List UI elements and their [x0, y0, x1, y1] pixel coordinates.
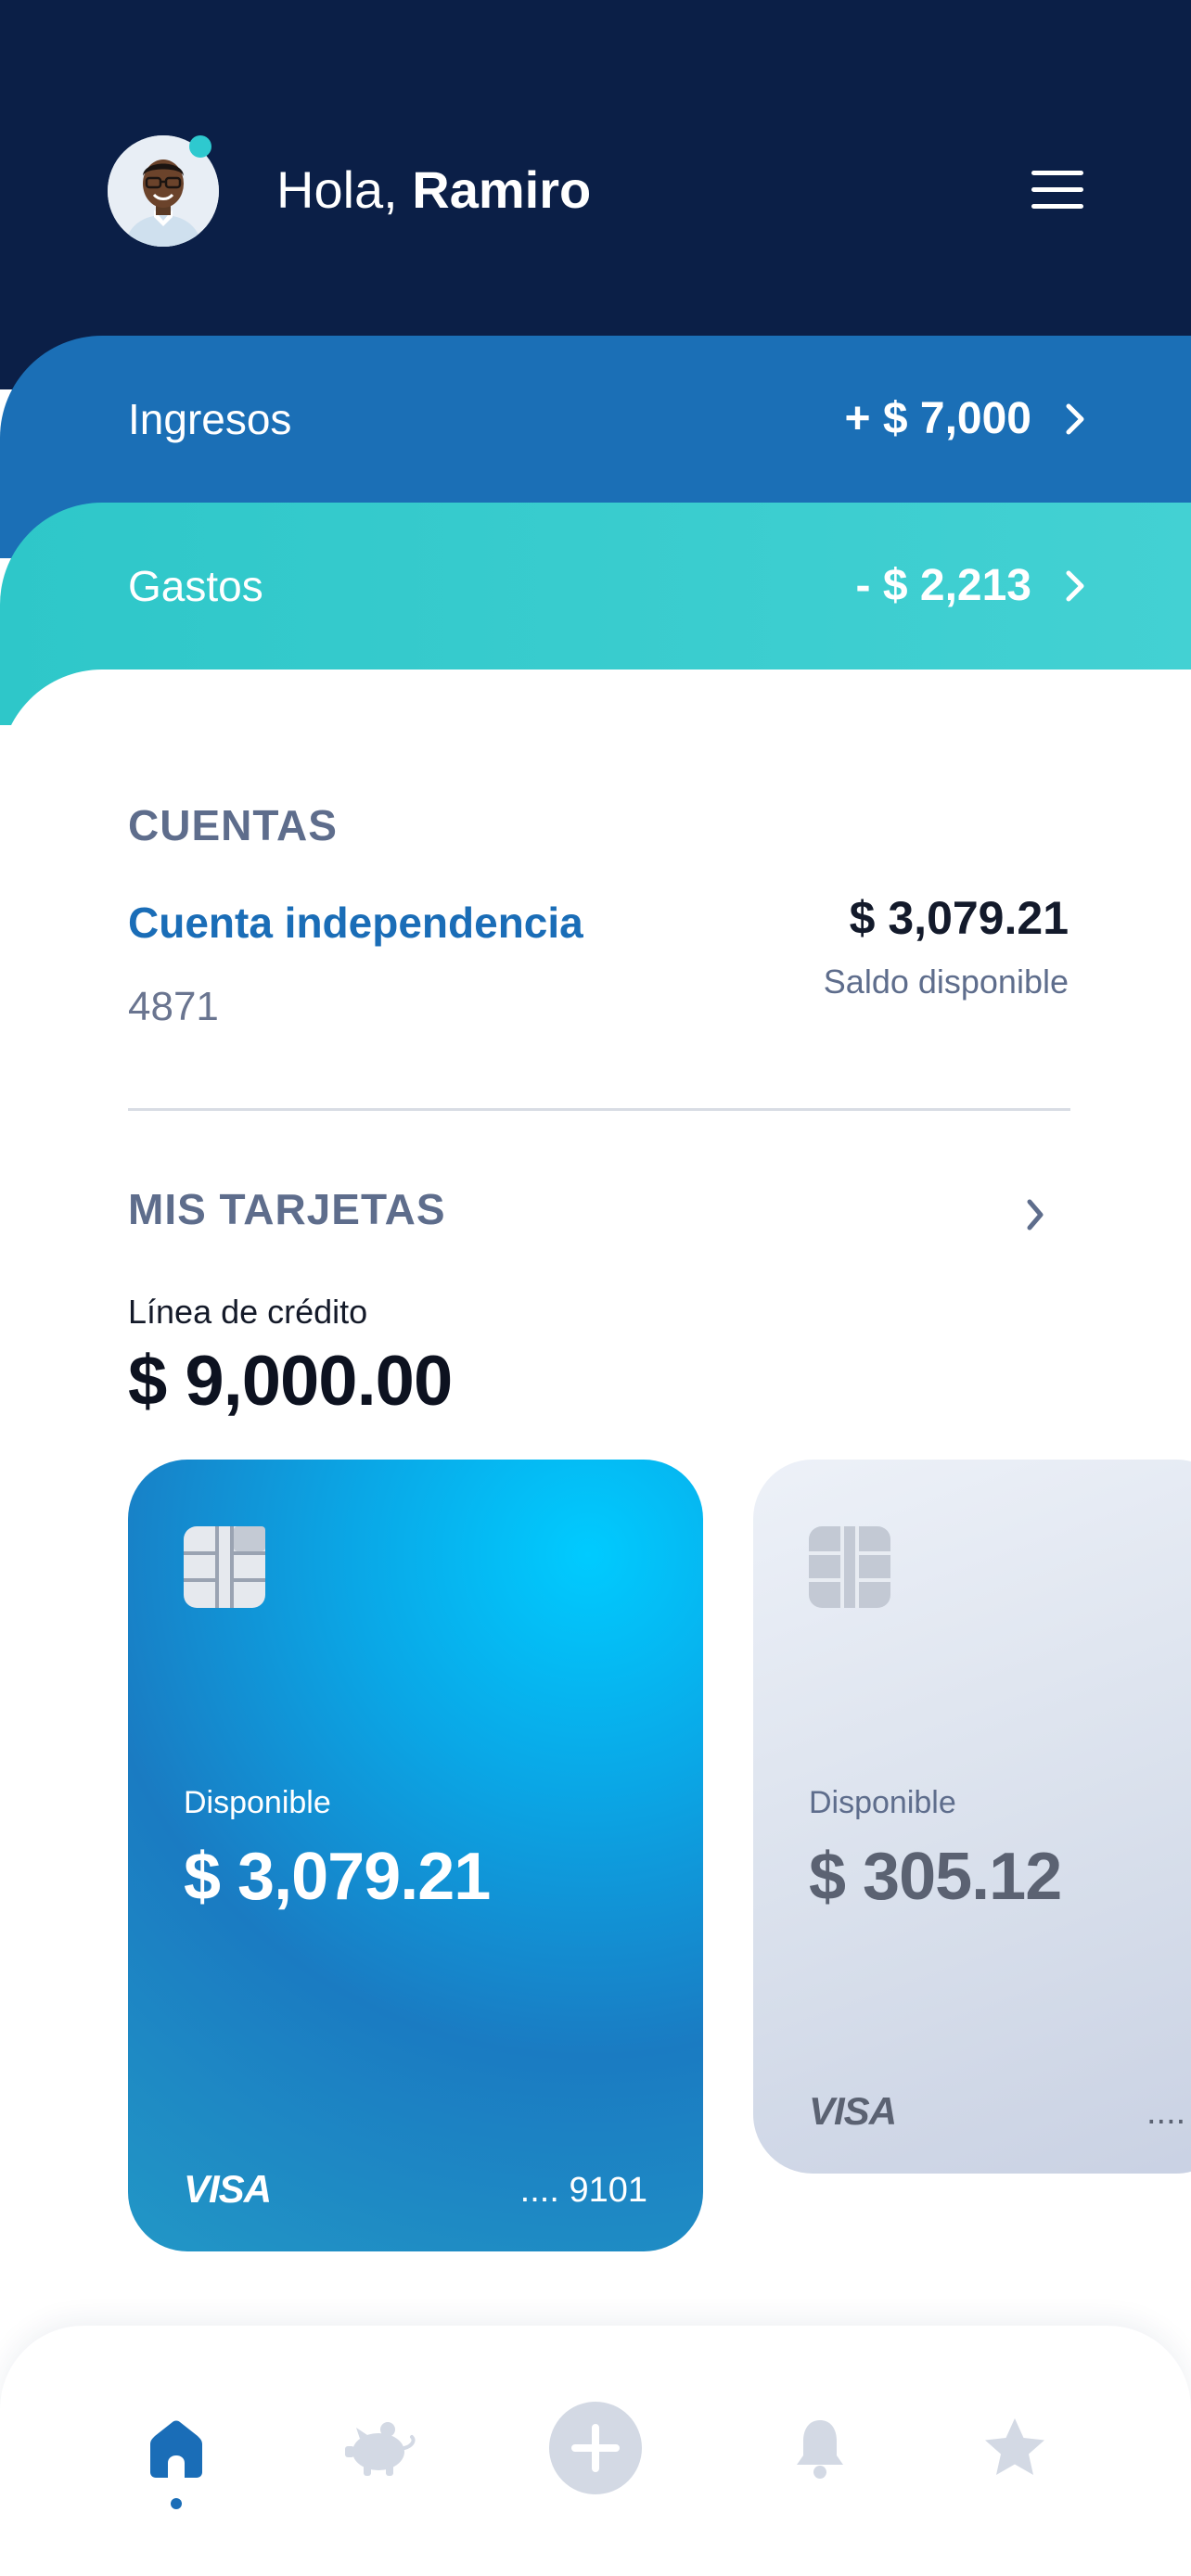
credit-line-label: Línea de crédito: [128, 1293, 368, 1331]
user-name: Ramiro: [412, 160, 592, 219]
chevron-right-icon: [1066, 570, 1084, 602]
chevron-right-icon[interactable]: [1017, 1191, 1054, 1239]
account-balance: $ 3,079.21: [849, 892, 1069, 944]
visa-logo: VISA: [809, 2089, 897, 2133]
card-chip-icon: [184, 1526, 265, 1608]
cards-section-title: MIS TARJETAS: [128, 1185, 446, 1233]
accounts-section-title: CUENTAS: [128, 801, 338, 849]
nav-savings[interactable]: [334, 2402, 427, 2494]
visa-logo: VISA: [184, 2167, 272, 2211]
section-divider: [128, 1108, 1070, 1111]
nav-favorites[interactable]: [968, 2402, 1061, 2494]
card-chip-icon: [809, 1526, 890, 1608]
hamburger-menu-icon[interactable]: [1031, 171, 1089, 211]
star-icon: [985, 2418, 1044, 2475]
card-available-label: Disponible: [809, 1785, 956, 1820]
income-label: Ingresos: [128, 395, 292, 443]
credit-line-value: $ 9,000.00: [128, 1342, 453, 1421]
account-name-link[interactable]: Cuenta independencia: [128, 896, 583, 950]
card-last-digits: .... 9101: [519, 2171, 647, 2210]
nav-notifications[interactable]: [774, 2402, 866, 2494]
nav-home[interactable]: [130, 2402, 223, 2494]
bottom-navigation: [0, 2326, 1191, 2576]
online-status-dot: [189, 135, 211, 158]
greeting-prefix: Hola,: [276, 160, 398, 219]
expenses-label: Gastos: [128, 562, 263, 610]
income-amount: + $ 7,000: [844, 394, 1031, 443]
chevron-right-icon: [1066, 403, 1084, 435]
credit-card[interactable]: Disponible $ 305.12 VISA ....: [753, 1460, 1191, 2174]
active-tab-indicator: [171, 2498, 182, 2509]
home-icon: [150, 2420, 202, 2478]
account-balance-label: Saldo disponible: [823, 963, 1069, 1001]
nav-add[interactable]: [549, 2402, 642, 2494]
card-available-value: $ 3,079.21: [184, 1840, 491, 1914]
bell-icon: [797, 2420, 843, 2479]
card-available-label: Disponible: [184, 1785, 331, 1820]
greeting: Hola, Ramiro: [276, 158, 591, 223]
credit-card[interactable]: Disponible $ 3,079.21 VISA .... 9101: [128, 1460, 703, 2251]
account-number: 4871: [128, 984, 219, 1029]
plus-circle-icon: [549, 2402, 642, 2494]
card-last-digits: ....: [1146, 2093, 1186, 2132]
piggy-bank-icon: [345, 2422, 416, 2476]
card-available-value: $ 305.12: [809, 1840, 1062, 1914]
header: Hola, Ramiro: [0, 0, 1191, 389]
expenses-amount: - $ 2,213: [855, 561, 1031, 610]
